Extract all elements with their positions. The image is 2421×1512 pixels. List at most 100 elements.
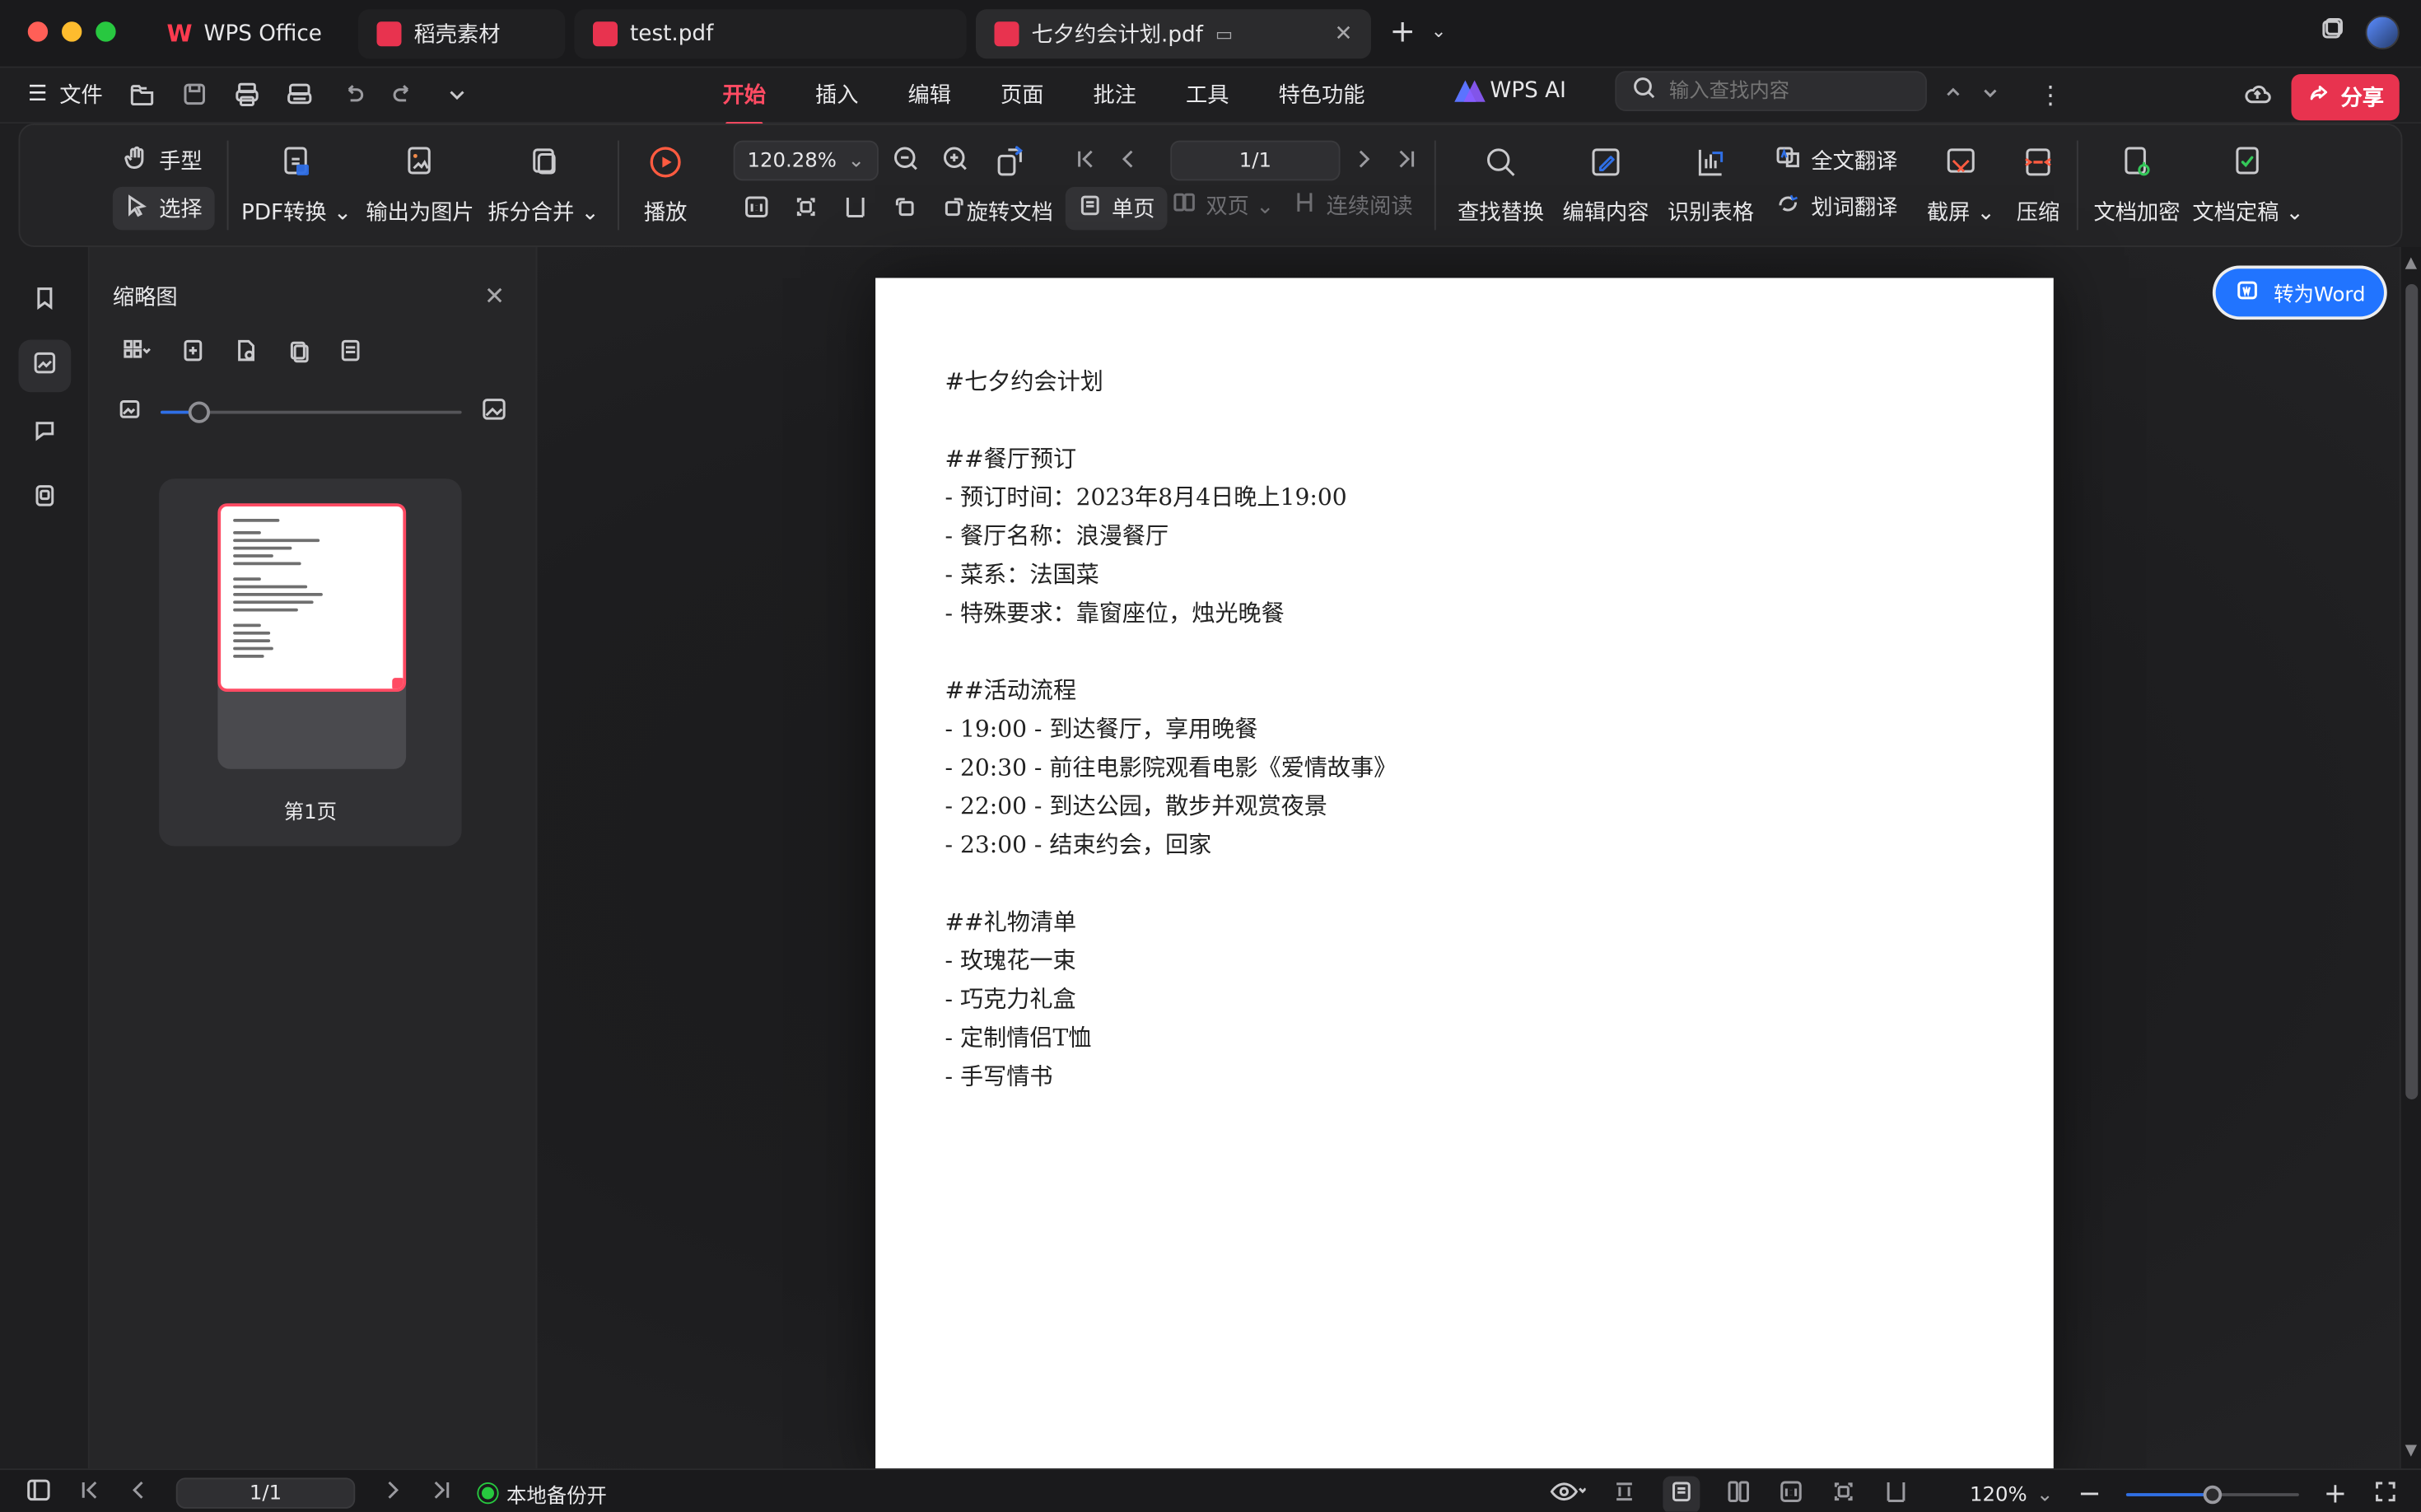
search-box[interactable]	[1615, 71, 1927, 111]
tab-page[interactable]: 页面	[1001, 79, 1044, 110]
scroll-down-icon[interactable]: ▼	[2401, 1440, 2421, 1462]
avatar[interactable]	[2365, 15, 2400, 49]
scroll-up-icon[interactable]: ▲	[2401, 254, 2421, 275]
add-tab-icon[interactable]: +	[1390, 16, 1416, 47]
pdf-page[interactable]: #七夕约会计划 ##餐厅预订 - 预订时间：2023年8月4日晚上19:00 - 餐…	[875, 278, 2054, 1482]
full-translate-button[interactable]: 全文翻译	[1774, 143, 1897, 177]
rotate-document-button[interactable]: 旋转文档	[965, 141, 1055, 231]
fit-width-icon[interactable]	[842, 193, 870, 226]
tab-annotate[interactable]: 批注	[1094, 79, 1137, 110]
rotate-left-icon[interactable]	[891, 193, 919, 226]
file-menu-button[interactable]: ☰ 文件	[28, 79, 103, 110]
fit-width-status-icon[interactable]	[1610, 1477, 1638, 1511]
tab-edit[interactable]: 编辑	[908, 79, 952, 110]
double-page-button[interactable]: 双页 ⌄	[1172, 190, 1274, 222]
word-translate-button[interactable]: 划词翻译	[1774, 190, 1897, 224]
redo-icon[interactable]	[390, 81, 418, 109]
last-page-icon[interactable]	[1394, 147, 1419, 178]
thumbnail-size-slider[interactable]	[118, 394, 508, 431]
wps-ai-button[interactable]: WPS AI	[1454, 79, 1566, 104]
tab-docer[interactable]: 稻壳素材	[358, 9, 566, 59]
print-preview-icon[interactable]	[285, 81, 313, 109]
tab-insert[interactable]: 插入	[815, 79, 859, 110]
chevron-down-icon[interactable]: ⌄	[1431, 20, 1447, 41]
cloud-upload-icon[interactable]	[2242, 81, 2274, 114]
zoom-out-icon[interactable]: −	[2078, 1480, 2101, 1508]
fit-width-icon[interactable]	[1882, 1477, 1910, 1511]
zoom-slider[interactable]	[2125, 1485, 2299, 1505]
chevron-down-icon[interactable]	[1980, 81, 2001, 110]
page-thumbnail-card[interactable]: 第1页	[159, 478, 462, 847]
close-window-button[interactable]	[27, 21, 49, 42]
scrollbar-thumb[interactable]	[2405, 284, 2419, 1099]
pin-screen-icon[interactable]: ▭	[1215, 23, 1233, 44]
previous-page-icon[interactable]	[127, 1477, 152, 1509]
recognize-table-button[interactable]: 识别表格	[1666, 141, 1756, 231]
compress-button[interactable]: 压缩	[2003, 141, 2073, 231]
fit-page-icon[interactable]	[792, 193, 820, 226]
tab-tools[interactable]: 工具	[1186, 79, 1229, 110]
close-tab-icon[interactable]: ✕	[1334, 21, 1352, 46]
insert-file-icon[interactable]	[231, 337, 259, 371]
encrypt-document-button[interactable]: 文档加密	[2092, 141, 2182, 231]
previous-page-icon[interactable]	[1117, 147, 1141, 178]
select-tool-button[interactable]: 选择	[112, 186, 215, 231]
document-viewport[interactable]: #七夕约会计划 ##餐厅预订 - 预订时间：2023年8月4日晚上19:00 - 餐…	[537, 247, 2400, 1482]
actual-size-icon[interactable]	[743, 193, 771, 226]
tab-start[interactable]: 开始	[723, 79, 766, 125]
page-number-input[interactable]: 1/1	[1170, 140, 1341, 181]
zoom-select[interactable]: 120.28% ⌄	[733, 140, 879, 181]
finalize-document-button[interactable]: 文档定稿 ⌄	[2192, 141, 2304, 231]
find-replace-button[interactable]: 查找替换	[1456, 141, 1546, 231]
page-thumbnail[interactable]	[217, 503, 407, 692]
edit-content-button[interactable]: 编辑内容	[1561, 141, 1651, 231]
last-page-icon[interactable]	[429, 1477, 454, 1509]
replace-page-icon[interactable]	[337, 337, 365, 371]
first-page-icon[interactable]	[77, 1477, 102, 1509]
maximize-window-button[interactable]	[96, 21, 116, 42]
next-page-icon[interactable]	[380, 1477, 404, 1509]
more-dropdown-icon[interactable]	[442, 81, 470, 109]
rotate-right-icon[interactable]	[940, 193, 968, 226]
play-button[interactable]: 播放	[632, 141, 700, 231]
search-input[interactable]	[1668, 79, 1901, 103]
split-merge-button[interactable]: 拆分合并 ⌄	[487, 141, 599, 231]
toggle-sidebar-icon[interactable]	[25, 1477, 53, 1510]
screenshot-button[interactable]: 截屏 ⌄	[1922, 141, 1999, 231]
slider-track[interactable]	[161, 401, 462, 423]
vertical-scrollbar[interactable]: ▲ ▼	[2399, 247, 2421, 1469]
fullscreen-icon[interactable]	[2372, 1477, 2400, 1511]
single-page-button[interactable]: 单页	[1065, 186, 1168, 231]
hand-tool-button[interactable]: 手型	[122, 143, 203, 177]
more-icon[interactable]: ⋮	[2038, 82, 2063, 107]
add-page-icon[interactable]	[180, 337, 208, 371]
status-page-input[interactable]: 1/1	[175, 1477, 356, 1509]
first-page-icon[interactable]	[1073, 147, 1098, 178]
double-page-status-icon[interactable]	[1724, 1477, 1752, 1511]
local-backup-status[interactable]: 本地备份开	[478, 1478, 607, 1508]
undo-icon[interactable]	[338, 81, 366, 109]
zoom-dropdown[interactable]: 120% ⌄	[1934, 1483, 2053, 1506]
zoom-in-icon[interactable]: +	[2324, 1480, 2347, 1508]
copy-page-icon[interactable]	[284, 337, 312, 371]
tab-wps-office[interactable]: W WPS Office	[148, 9, 352, 58]
attachments-button[interactable]	[19, 473, 72, 525]
window-switch-icon[interactable]	[2319, 17, 2344, 49]
comments-button[interactable]	[19, 408, 72, 460]
tab-features[interactable]: 特色功能	[1279, 79, 1365, 110]
close-panel-icon[interactable]: ✕	[484, 281, 505, 310]
zoom-slider-knob[interactable]	[2203, 1485, 2222, 1505]
share-button[interactable]: 分享	[2291, 74, 2400, 121]
pdf-convert-button[interactable]: PDF转换 ⌄	[241, 141, 352, 231]
convert-to-word-button[interactable]: 转为Word	[2214, 268, 2384, 317]
zoom-out-icon[interactable]	[891, 143, 922, 180]
eye-icon[interactable]	[1548, 1479, 1587, 1510]
bookmark-button[interactable]	[19, 275, 72, 328]
thumbnail-panel-button[interactable]	[18, 339, 72, 393]
print-icon[interactable]	[232, 81, 260, 109]
export-image-button[interactable]: 输出为图片	[363, 141, 478, 231]
fit-page-status-icon[interactable]	[1830, 1477, 1858, 1511]
actual-size-status-icon[interactable]	[1777, 1477, 1805, 1511]
continuous-reading-button[interactable]: 连续阅读	[1292, 190, 1413, 222]
grid-view-icon[interactable]	[120, 337, 154, 371]
